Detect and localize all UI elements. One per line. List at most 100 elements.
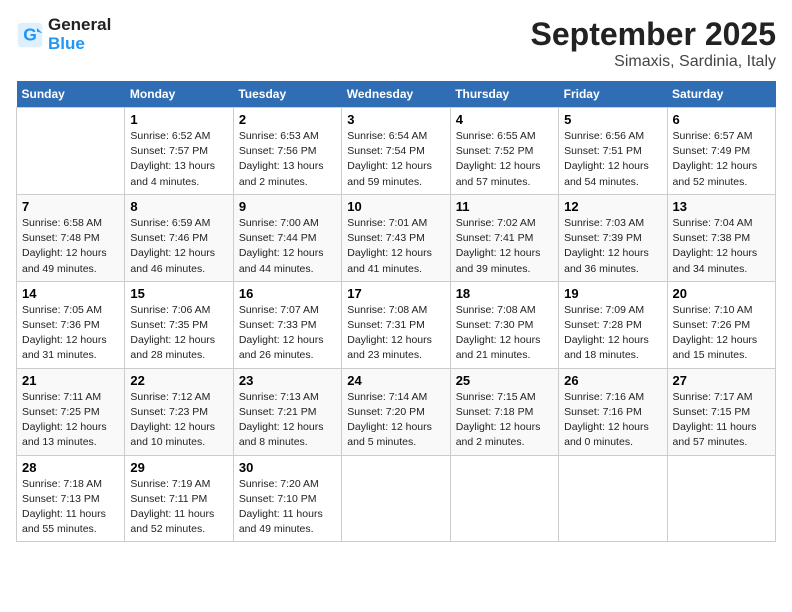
svg-text:G: G (23, 24, 37, 44)
calendar-cell: 27Sunrise: 7:17 AMSunset: 7:15 PMDayligh… (667, 368, 775, 455)
calendar-week-row: 7 Sunrise: 6:58 AMSunset: 7:48 PMDaylight… (17, 194, 776, 281)
day-info: Sunrise: 6:59 AMSunset: 7:46 PMDaylight:… (130, 216, 227, 277)
day-number: 13 (673, 199, 770, 214)
day-number: 14 (22, 286, 119, 301)
weekday-header: Saturday (667, 81, 775, 108)
day-info: Sunrise: 7:02 AMSunset: 7:41 PMDaylight:… (456, 216, 553, 277)
calendar-cell: 3 Sunrise: 6:54 AMSunset: 7:54 PMDaylight… (342, 108, 450, 195)
day-info: Sunrise: 6:57 AMSunset: 7:49 PMDaylight:… (673, 129, 770, 190)
day-info: Sunrise: 7:19 AMSunset: 7:11 PMDaylight:… (130, 477, 227, 538)
day-number: 25 (456, 373, 553, 388)
day-info: Sunrise: 6:55 AMSunset: 7:52 PMDaylight:… (456, 129, 553, 190)
day-info: Sunrise: 7:18 AMSunset: 7:13 PMDaylight:… (22, 477, 119, 538)
day-number: 29 (130, 460, 227, 475)
day-number: 22 (130, 373, 227, 388)
day-number: 1 (130, 112, 227, 127)
calendar-cell: 23Sunrise: 7:13 AMSunset: 7:21 PMDayligh… (233, 368, 341, 455)
day-info: Sunrise: 6:52 AMSunset: 7:57 PMDaylight:… (130, 129, 227, 190)
day-info: Sunrise: 7:10 AMSunset: 7:26 PMDaylight:… (673, 303, 770, 364)
day-number: 28 (22, 460, 119, 475)
calendar-cell: 1 Sunrise: 6:52 AMSunset: 7:57 PMDaylight… (125, 108, 233, 195)
day-number: 19 (564, 286, 661, 301)
day-info: Sunrise: 7:09 AMSunset: 7:28 PMDaylight:… (564, 303, 661, 364)
day-number: 30 (239, 460, 336, 475)
day-info: Sunrise: 7:08 AMSunset: 7:30 PMDaylight:… (456, 303, 553, 364)
calendar-cell (450, 455, 558, 542)
day-number: 2 (239, 112, 336, 127)
day-number: 17 (347, 286, 444, 301)
day-info: Sunrise: 6:53 AMSunset: 7:56 PMDaylight:… (239, 129, 336, 190)
calendar-table: SundayMondayTuesdayWednesdayThursdayFrid… (16, 81, 776, 542)
calendar-cell: 28 Sunrise: 7:18 AMSunset: 7:13 PMDayligh… (17, 455, 125, 542)
day-info: Sunrise: 7:14 AMSunset: 7:20 PMDaylight:… (347, 390, 444, 451)
calendar-cell: 7 Sunrise: 6:58 AMSunset: 7:48 PMDaylight… (17, 194, 125, 281)
day-number: 3 (347, 112, 444, 127)
weekday-header: Wednesday (342, 81, 450, 108)
month-title: September 2025 (531, 16, 776, 53)
day-number: 16 (239, 286, 336, 301)
day-number: 24 (347, 373, 444, 388)
weekday-header: Friday (559, 81, 667, 108)
day-info: Sunrise: 7:03 AMSunset: 7:39 PMDaylight:… (564, 216, 661, 277)
day-info: Sunrise: 7:08 AMSunset: 7:31 PMDaylight:… (347, 303, 444, 364)
calendar-cell: 10 Sunrise: 7:01 AMSunset: 7:43 PMDayligh… (342, 194, 450, 281)
day-info: Sunrise: 6:58 AMSunset: 7:48 PMDaylight:… (22, 216, 119, 277)
weekday-header: Sunday (17, 81, 125, 108)
weekday-header: Tuesday (233, 81, 341, 108)
day-info: Sunrise: 7:05 AMSunset: 7:36 PMDaylight:… (22, 303, 119, 364)
day-info: Sunrise: 7:11 AMSunset: 7:25 PMDaylight:… (22, 390, 119, 451)
day-number: 7 (22, 199, 119, 214)
day-number: 8 (130, 199, 227, 214)
calendar-cell: 13 Sunrise: 7:04 AMSunset: 7:38 PMDayligh… (667, 194, 775, 281)
day-number: 12 (564, 199, 661, 214)
day-number: 5 (564, 112, 661, 127)
calendar-week-row: 1 Sunrise: 6:52 AMSunset: 7:57 PMDaylight… (17, 108, 776, 195)
calendar-cell: 2 Sunrise: 6:53 AMSunset: 7:56 PMDaylight… (233, 108, 341, 195)
logo: G General Blue (16, 16, 111, 53)
calendar-cell: 20 Sunrise: 7:10 AMSunset: 7:26 PMDayligh… (667, 281, 775, 368)
calendar-cell: 16 Sunrise: 7:07 AMSunset: 7:33 PMDayligh… (233, 281, 341, 368)
logo-icon: G (16, 21, 44, 49)
logo-text: General Blue (48, 16, 111, 53)
calendar-cell: 11Sunrise: 7:02 AMSunset: 7:41 PMDayligh… (450, 194, 558, 281)
calendar-cell: 15 Sunrise: 7:06 AMSunset: 7:35 PMDayligh… (125, 281, 233, 368)
day-number: 15 (130, 286, 227, 301)
day-info: Sunrise: 7:04 AMSunset: 7:38 PMDaylight:… (673, 216, 770, 277)
weekday-header: Monday (125, 81, 233, 108)
day-info: Sunrise: 7:12 AMSunset: 7:23 PMDaylight:… (130, 390, 227, 451)
calendar-week-row: 28 Sunrise: 7:18 AMSunset: 7:13 PMDayligh… (17, 455, 776, 542)
day-info: Sunrise: 6:56 AMSunset: 7:51 PMDaylight:… (564, 129, 661, 190)
calendar-cell: 4Sunrise: 6:55 AMSunset: 7:52 PMDaylight… (450, 108, 558, 195)
calendar-cell: 29 Sunrise: 7:19 AMSunset: 7:11 PMDayligh… (125, 455, 233, 542)
day-info: Sunrise: 7:13 AMSunset: 7:21 PMDaylight:… (239, 390, 336, 451)
calendar-cell (17, 108, 125, 195)
day-number: 26 (564, 373, 661, 388)
calendar-header-row: SundayMondayTuesdayWednesdayThursdayFrid… (17, 81, 776, 108)
calendar-cell: 22 Sunrise: 7:12 AMSunset: 7:23 PMDayligh… (125, 368, 233, 455)
day-info: Sunrise: 6:54 AMSunset: 7:54 PMDaylight:… (347, 129, 444, 190)
calendar-cell: 6 Sunrise: 6:57 AMSunset: 7:49 PMDaylight… (667, 108, 775, 195)
day-number: 20 (673, 286, 770, 301)
day-info: Sunrise: 7:00 AMSunset: 7:44 PMDaylight:… (239, 216, 336, 277)
calendar-cell: 8 Sunrise: 6:59 AMSunset: 7:46 PMDaylight… (125, 194, 233, 281)
day-number: 6 (673, 112, 770, 127)
day-info: Sunrise: 7:06 AMSunset: 7:35 PMDaylight:… (130, 303, 227, 364)
day-info: Sunrise: 7:20 AMSunset: 7:10 PMDaylight:… (239, 477, 336, 538)
calendar-cell: 30 Sunrise: 7:20 AMSunset: 7:10 PMDayligh… (233, 455, 341, 542)
title-block: September 2025 Simaxis, Sardinia, Italy (531, 16, 776, 71)
day-number: 9 (239, 199, 336, 214)
calendar-cell: 24 Sunrise: 7:14 AMSunset: 7:20 PMDayligh… (342, 368, 450, 455)
day-info: Sunrise: 7:07 AMSunset: 7:33 PMDaylight:… (239, 303, 336, 364)
day-info: Sunrise: 7:01 AMSunset: 7:43 PMDaylight:… (347, 216, 444, 277)
calendar-cell: 5 Sunrise: 6:56 AMSunset: 7:51 PMDaylight… (559, 108, 667, 195)
page-header: G General Blue September 2025 Simaxis, S… (16, 16, 776, 71)
calendar-week-row: 21Sunrise: 7:11 AMSunset: 7:25 PMDayligh… (17, 368, 776, 455)
day-number: 10 (347, 199, 444, 214)
calendar-cell (667, 455, 775, 542)
calendar-cell: 12 Sunrise: 7:03 AMSunset: 7:39 PMDayligh… (559, 194, 667, 281)
calendar-cell: 26 Sunrise: 7:16 AMSunset: 7:16 PMDayligh… (559, 368, 667, 455)
day-number: 27 (673, 373, 770, 388)
day-info: Sunrise: 7:16 AMSunset: 7:16 PMDaylight:… (564, 390, 661, 451)
calendar-week-row: 14 Sunrise: 7:05 AMSunset: 7:36 PMDayligh… (17, 281, 776, 368)
calendar-cell: 9 Sunrise: 7:00 AMSunset: 7:44 PMDaylight… (233, 194, 341, 281)
